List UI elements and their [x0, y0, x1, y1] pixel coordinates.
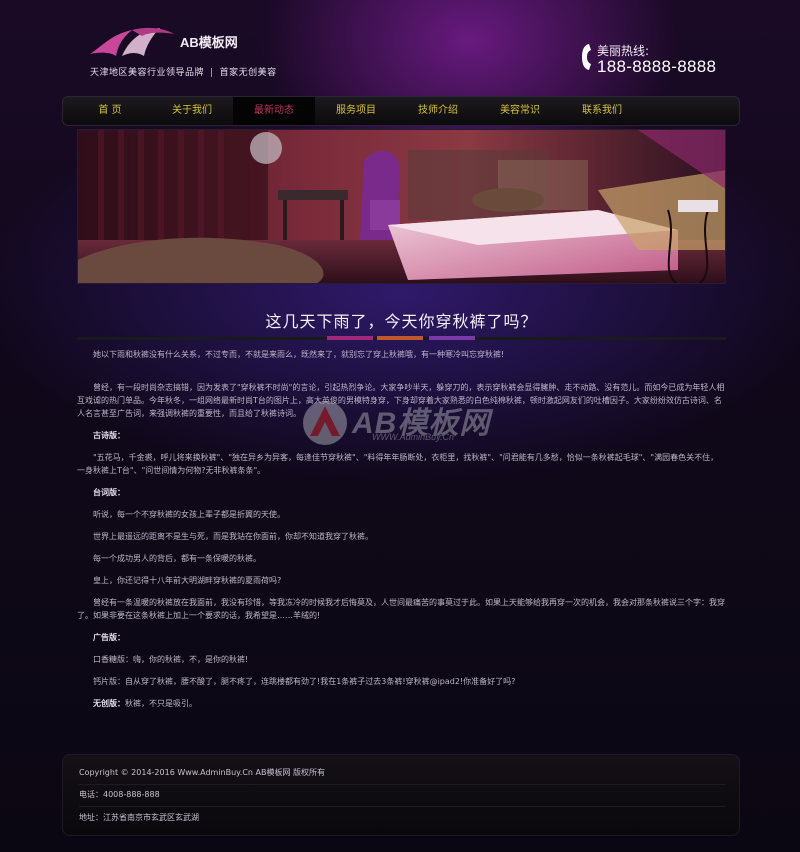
nav-item-news[interactable]: 最新动态 [233, 97, 315, 125]
watermark: AB模板网 WWW.AdminBuy.Cn [300, 392, 510, 462]
nav-item-contact[interactable]: 联系我们 [561, 97, 643, 125]
nav-item-home[interactable]: 首 页 [69, 97, 151, 125]
page: AB模板网 天津地区美容行业领导品牌 | 首家无创美容 美丽热线: 188-8888… [0, 0, 800, 852]
article-line: 无创版：秋裤，不只是吸引。 [77, 697, 725, 710]
logo-text: AB模板网 [180, 35, 238, 50]
hotline-number: 188-8888-8888 [597, 57, 717, 76]
article-intro: 她以下雨和秋裤没有什么关系，不过专而，不就是来雨么，既然来了，就别忘了穿上秋裤哦… [93, 350, 505, 359]
section-heading-noninvasive: 无创版： [93, 699, 125, 708]
nav-item-about[interactable]: 关于我们 [151, 97, 233, 125]
title-divider [77, 336, 726, 340]
site-logo[interactable]: AB模板网 [88, 24, 248, 60]
hero-banner [77, 129, 726, 284]
slogan: 天津地区美容行业领导品牌 | 首家无创美容 [90, 65, 277, 78]
section-heading-lines: 台词版： [93, 488, 125, 497]
article-line: 口香糖版：嗨，你的秋裤，不，是你的秋裤! [93, 655, 249, 664]
slogan-right: 首家无创美容 [219, 68, 277, 78]
title-divider-purple [429, 336, 475, 340]
logo-swoosh-icon [90, 27, 174, 56]
footer-phone: 电话：4008-888-888 [79, 789, 725, 807]
article-line: 听说，每一个不穿秋裤的女孩上辈子都是折翼的天使。 [93, 510, 285, 519]
slogan-divider: | [210, 68, 214, 78]
footer-copyright: Copyright © 2014-2016 Www.AdminBuy.Cn AB… [79, 767, 725, 785]
spa-room-image [78, 130, 725, 283]
footer-address: 地址：江苏省南京市玄武区玄武湖 [79, 813, 199, 822]
watermark-logo-icon [303, 401, 347, 445]
article-title: 这几天下雨了，今天你穿秋裤了吗？ [265, 312, 538, 331]
nav-item-beauty-tips[interactable]: 美容常识 [479, 97, 561, 125]
noninvasive-text: 秋裤，不只是吸引。 [125, 699, 197, 708]
title-divider-magenta [327, 336, 373, 340]
watermark-url: WWW.AdminBuy.Cn [372, 432, 455, 442]
article-line: 世界上最遥远的距离不是生与死，而是我站在你面前，你却不知道我穿了秋裤。 [93, 532, 373, 541]
nav-item-services[interactable]: 服务项目 [315, 97, 397, 125]
phone-icon [582, 44, 591, 70]
nav-item-technicians[interactable]: 技师介绍 [397, 97, 479, 125]
slogan-left: 天津地区美容行业领导品牌 [90, 68, 205, 78]
article-paragraph: 曾经有一条温暖的秋裤放在我面前，我没有珍惜，等我冻冷的时候我才后悔莫及，人世间最… [77, 598, 725, 620]
article-line: 钙片版：自从穿了秋裤，腰不酸了，腿不疼了，连跳楼都有劲了!我在1条裤子过去3条裤… [93, 677, 516, 686]
article-line: 皇上，你还记得十八年前大明湖畔穿秋裤的夏雨荷吗? [93, 576, 282, 585]
section-heading-ads: 广告版： [93, 633, 125, 642]
hotline: 美丽热线: 188-8888-8888 [580, 40, 740, 80]
main-nav: 首 页 关于我们 最新动态 服务项目 技师介绍 美容常识 联系我们 [62, 96, 740, 126]
footer: Copyright © 2014-2016 Www.AdminBuy.Cn AB… [62, 754, 740, 836]
article-line: 每一个成功男人的背后，都有一条保暖的秋裤。 [93, 554, 261, 563]
title-divider-orange [377, 336, 423, 340]
